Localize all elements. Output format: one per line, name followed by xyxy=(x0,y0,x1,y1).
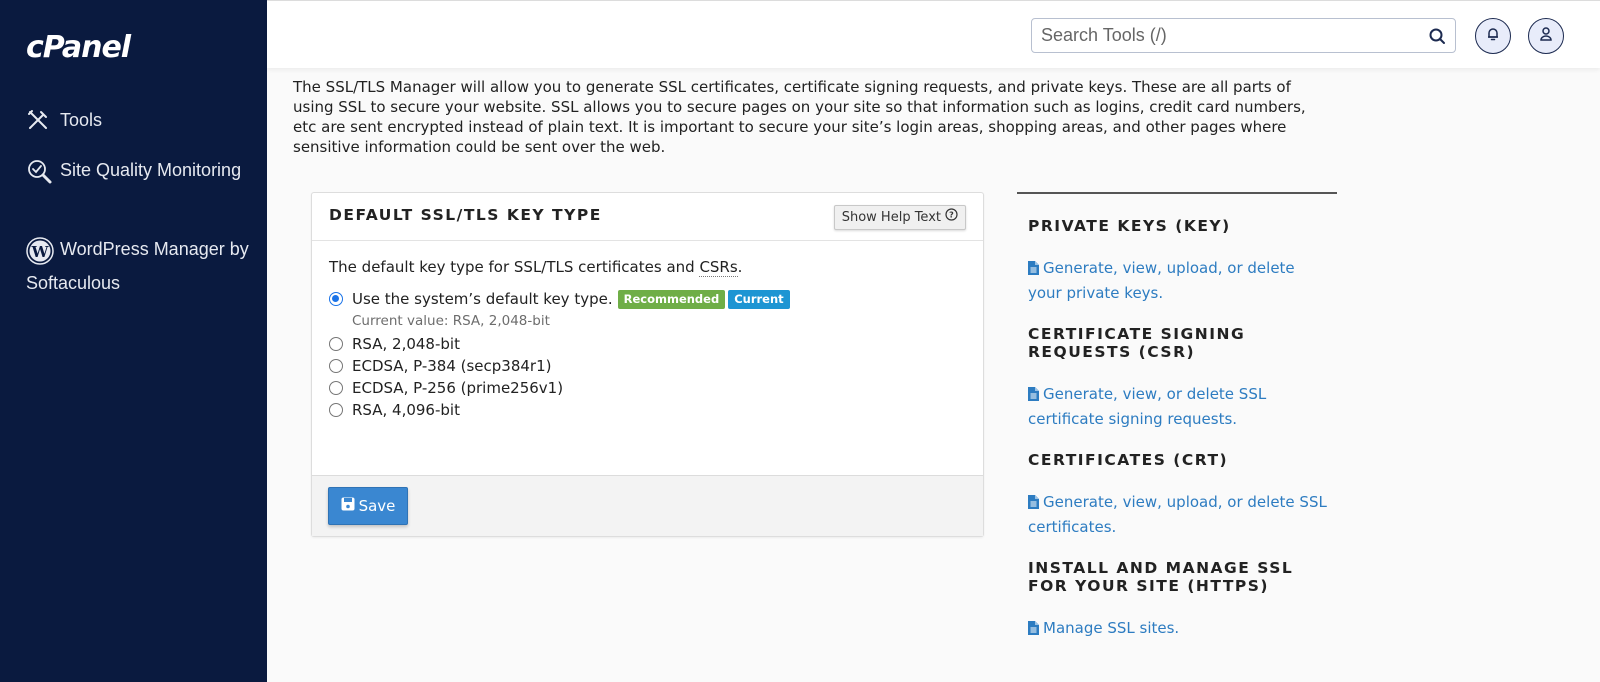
description-text: The default key type for SSL/TLS certifi… xyxy=(329,258,700,276)
certificates-link[interactable]: Generate, view, upload, or delete SSL ce… xyxy=(1028,491,1328,539)
sidebar-item-label: Tools xyxy=(60,110,103,130)
option-system-default[interactable]: Use the system’s default key type. Recom… xyxy=(329,287,966,311)
radio-system-default[interactable] xyxy=(329,292,343,306)
bell-icon xyxy=(1485,26,1501,46)
panel-body: The default key type for SSL/TLS certifi… xyxy=(312,241,983,475)
current-value-text: Current value: RSA, 2,048-bit xyxy=(352,313,550,329)
radio-rsa-4096[interactable] xyxy=(329,403,343,417)
document-icon xyxy=(1028,259,1039,282)
manage-ssl-sites-link[interactable]: Manage SSL sites. xyxy=(1028,617,1328,642)
option-label: Use the system’s default key type. xyxy=(352,290,613,308)
sidebar-item-label: Site Quality Monitoring xyxy=(60,160,242,180)
section-title: CERTIFICATE SIGNING REQUESTS (CSR) xyxy=(1028,325,1246,361)
user-menu-button[interactable] xyxy=(1528,18,1564,54)
svg-text:?: ? xyxy=(949,211,954,220)
sidebar-item-label: WordPress Manager by Softaculous xyxy=(26,239,249,293)
csr-abbreviation[interactable]: CSRs xyxy=(699,258,738,277)
description-suffix: . xyxy=(737,258,743,276)
ssl-links-column: PRIVATE KEYS (KEY) Generate, view, uploa… xyxy=(1017,192,1337,642)
save-button[interactable]: Save xyxy=(328,487,408,525)
save-icon xyxy=(341,497,355,515)
link-text: Generate, view, upload, or delete your p… xyxy=(1028,259,1295,302)
wordpress-icon: W xyxy=(26,237,54,265)
option-rsa-2048[interactable]: RSA, 2,048-bit xyxy=(329,333,966,355)
document-icon xyxy=(1028,493,1039,516)
user-icon xyxy=(1538,26,1554,46)
csr-link[interactable]: Generate, view, or delete SSL certificat… xyxy=(1028,383,1328,431)
current-badge: Current xyxy=(728,289,790,309)
top-header xyxy=(267,0,1600,68)
link-text: Generate, view, or delete SSL certificat… xyxy=(1028,385,1267,428)
radio-rsa-2048[interactable] xyxy=(329,337,343,351)
svg-text:W: W xyxy=(31,243,50,261)
link-text: Manage SSL sites. xyxy=(1043,619,1180,637)
sidebar-item-site-quality-monitoring[interactable]: Site Quality Monitoring xyxy=(26,153,256,187)
panel-footer: Save xyxy=(312,475,983,536)
intro-text: The SSL/TLS Manager will allow you to ge… xyxy=(293,78,1306,156)
tools-icon xyxy=(26,108,52,134)
section-title: INSTALL AND MANAGE SSL FOR YOUR SITE (HT… xyxy=(1028,559,1294,595)
radio-ecdsa-p384[interactable] xyxy=(329,359,343,373)
recommended-badge: Recommended xyxy=(617,289,726,309)
search-icon[interactable] xyxy=(1428,27,1446,45)
site-quality-icon xyxy=(26,158,52,184)
section-csr: CERTIFICATE SIGNING REQUESTS (CSR) Gener… xyxy=(1017,305,1337,431)
section-title: PRIVATE KEYS (KEY) xyxy=(1028,217,1231,235)
cpanel-logo[interactable]: cPanel xyxy=(26,30,131,65)
private-keys-link[interactable]: Generate, view, upload, or delete your p… xyxy=(1028,257,1328,305)
radio-ecdsa-p256[interactable] xyxy=(329,381,343,395)
section-title: CERTIFICATES (CRT) xyxy=(1028,451,1229,469)
option-label: RSA, 2,048-bit xyxy=(352,335,460,353)
panel-header: DEFAULT SSL/TLS KEY TYPE Show Help Text … xyxy=(312,193,983,241)
option-ecdsa-p384[interactable]: ECDSA, P-384 (secp384r1) xyxy=(329,355,966,377)
section-install-manage-ssl: INSTALL AND MANAGE SSL FOR YOUR SITE (HT… xyxy=(1017,539,1337,642)
panel-title: DEFAULT SSL/TLS KEY TYPE xyxy=(329,206,602,224)
key-type-description: The default key type for SSL/TLS certifi… xyxy=(329,257,966,277)
main-content: The SSL/TLS Manager will allow you to ge… xyxy=(267,68,1600,682)
section-certificates: CERTIFICATES (CRT) Generate, view, uploa… xyxy=(1017,431,1337,539)
question-icon: ? xyxy=(945,206,958,229)
notifications-button[interactable] xyxy=(1475,18,1511,54)
section-private-keys: PRIVATE KEYS (KEY) Generate, view, uploa… xyxy=(1017,194,1337,305)
search-input[interactable] xyxy=(1032,19,1412,52)
link-text: Generate, view, upload, or delete SSL ce… xyxy=(1028,493,1327,536)
help-button-label: Show Help Text xyxy=(841,210,941,225)
sidebar: cPanel Tools Site Quality Monitoring W W… xyxy=(0,0,267,682)
sidebar-item-wordpress-manager[interactable]: W WordPress Manager by Softaculous xyxy=(26,232,256,300)
show-help-text-button[interactable]: Show Help Text ? xyxy=(833,205,966,230)
sidebar-item-tools[interactable]: Tools xyxy=(26,103,102,137)
document-icon xyxy=(1028,385,1039,408)
option-ecdsa-p256[interactable]: ECDSA, P-256 (prime256v1) xyxy=(329,377,966,399)
save-label: Save xyxy=(358,497,396,515)
default-key-type-panel: DEFAULT SSL/TLS KEY TYPE Show Help Text … xyxy=(311,192,984,537)
option-label: ECDSA, P-256 (prime256v1) xyxy=(352,379,564,397)
option-label: RSA, 4,096-bit xyxy=(352,401,460,419)
search-box[interactable] xyxy=(1031,18,1456,53)
option-rsa-4096[interactable]: RSA, 4,096-bit xyxy=(329,399,966,421)
document-icon xyxy=(1028,619,1039,642)
option-label: ECDSA, P-384 (secp384r1) xyxy=(352,357,552,375)
